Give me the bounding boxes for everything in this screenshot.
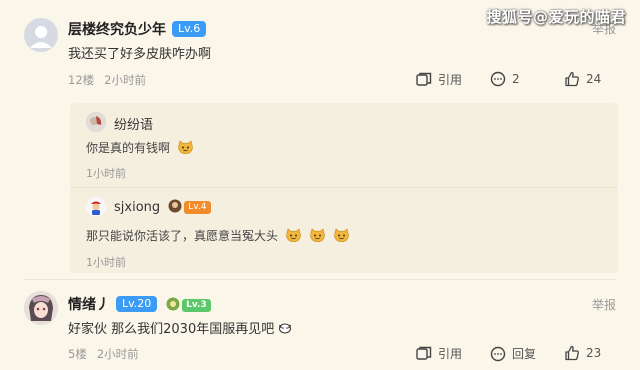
avatar[interactable] <box>24 291 58 325</box>
default-avatar-icon <box>24 18 58 52</box>
level-badge: Lv.20 <box>116 296 158 312</box>
reply-button[interactable]: 回复 <box>490 345 536 362</box>
username-text[interactable]: 情绪丿 <box>68 297 110 313</box>
comment-meta: 5楼 2小时前 <box>68 346 139 362</box>
reply-username[interactable]: 纷纷语 <box>114 114 153 133</box>
emoji-icon <box>309 228 325 243</box>
reply-count: 2 <box>512 72 520 86</box>
quote-label: 引用 <box>438 73 463 87</box>
timestamp: 2小时前 <box>104 73 146 87</box>
watermark: 搜狐号@爱玩的喵君 <box>486 8 626 26</box>
reply-timestamp: 1小时前 <box>86 167 126 180</box>
emoji-icon <box>333 228 349 243</box>
thumbs-up-icon <box>565 71 579 87</box>
medal-icon <box>166 297 180 311</box>
comment-text: 我还买了好多皮肤咋办啊 <box>68 47 212 62</box>
quote-button[interactable]: 引用 <box>416 345 462 362</box>
quote-button[interactable]: 引用 <box>416 71 462 88</box>
replies-panel: 纷纷语 你是真的有钱啊 1小时前 sjxiong Lv.4 那只能说你活该了，真… <box>70 103 618 273</box>
reply-text-content: 你是真的有钱啊 <box>86 141 171 155</box>
thumbs-up-icon <box>565 345 579 361</box>
reply-item: 纷纷语 你是真的有钱啊 1小时前 <box>70 103 618 185</box>
anime-avatar-icon <box>24 291 58 325</box>
reply-timestamp: 1小时前 <box>86 256 126 269</box>
reply-item: sjxiong Lv.4 那只能说你活该了，真愿意当冤大头 1小时前 <box>70 187 618 273</box>
timestamp: 2小时前 <box>96 347 139 361</box>
emoji-icon <box>178 140 193 155</box>
reply-avatar[interactable] <box>86 197 106 217</box>
floor-number: 5楼 <box>68 347 87 361</box>
mario-avatar-icon <box>86 197 106 217</box>
comment-meta: 12楼 2小时前 <box>68 72 146 88</box>
username-text[interactable]: 层楼终究负少年 <box>68 22 166 38</box>
comment-text: 好家伙 那么我们2030年国服再见吧 <box>68 318 292 337</box>
like-button[interactable]: 24 <box>564 71 601 87</box>
quote-icon <box>416 72 432 86</box>
fan-level-badge: Lv.3 <box>182 299 211 312</box>
reply-text: 那只能说你活该了，真愿意当冤大头 <box>86 227 350 244</box>
medal-icon <box>168 199 182 213</box>
comment-text-content: 好家伙 那么我们2030年国服再见吧 <box>68 322 275 337</box>
dog-emoji-icon <box>279 323 292 334</box>
avatar-image-icon <box>86 112 106 132</box>
comment-username[interactable]: 层楼终究负少年 Lv.6 <box>68 19 207 39</box>
user-level-badge: Lv.4 <box>184 201 211 214</box>
report-button[interactable]: 举报 <box>592 296 616 313</box>
emoji-icon <box>286 228 301 243</box>
comment-bubble-icon <box>490 346 506 361</box>
comment-divider <box>24 279 616 280</box>
comment-username[interactable]: 情绪丿 Lv.20 Lv.3 <box>68 294 211 314</box>
reply-avatar[interactable] <box>86 112 106 132</box>
like-count: 23 <box>586 346 602 360</box>
floor-number: 12楼 <box>68 73 95 87</box>
comment-bubble-icon <box>490 71 506 87</box>
avatar[interactable] <box>24 18 58 52</box>
reply-text: 你是真的有钱啊 <box>86 139 194 156</box>
quote-icon <box>416 346 432 360</box>
reply-count-button[interactable]: 2 <box>490 71 520 87</box>
reply-username-text[interactable]: sjxiong <box>114 200 160 215</box>
reply-username[interactable]: sjxiong Lv.4 <box>114 199 211 215</box>
like-button[interactable]: 23 <box>564 345 601 361</box>
reply-text-content: 那只能说你活该了，真愿意当冤大头 <box>86 229 279 243</box>
reply-label: 回复 <box>512 347 537 361</box>
level-badge: Lv.6 <box>172 21 207 37</box>
like-count: 24 <box>586 72 602 86</box>
quote-label: 引用 <box>438 347 463 361</box>
